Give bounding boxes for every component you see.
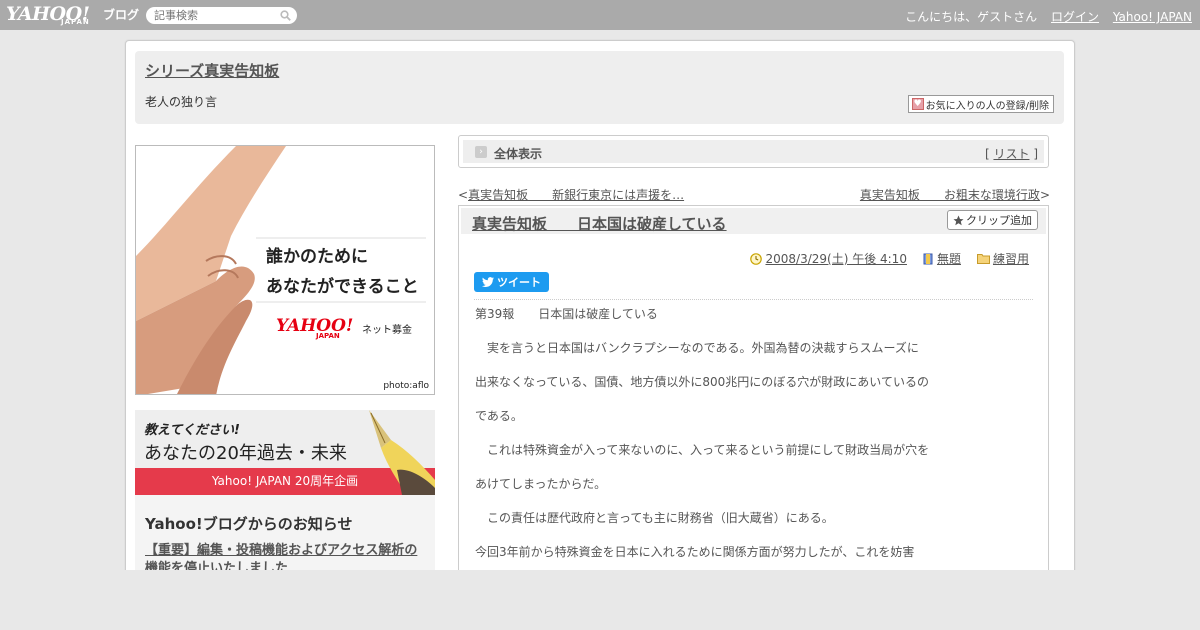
banner2-main: あなたの20年過去・未来 bbox=[144, 443, 347, 464]
view-mode-bar: › 全体表示 [ リスト ] bbox=[458, 135, 1049, 168]
search-icon[interactable] bbox=[280, 10, 291, 21]
article-date-link[interactable]: 2008/3/29(土) 午後 4:10 bbox=[765, 250, 906, 267]
favorite-register-button[interactable]: ♥ お気に入りの人の登録/削除 bbox=[907, 95, 1054, 113]
clock-icon bbox=[750, 252, 763, 265]
list-view-link[interactable]: リスト bbox=[993, 147, 1029, 161]
article-title-bar: 真実告知板 日本国は破産している クリップ追加 bbox=[461, 208, 1046, 234]
list-bracket-open: [ bbox=[984, 147, 990, 161]
article: 真実告知板 日本国は破産している クリップ追加 2008/3/29(土) 午後 … bbox=[458, 205, 1049, 580]
tweet-label: ツイート bbox=[497, 276, 541, 289]
notice-heading: Yahoo!ブログからのお知らせ bbox=[145, 515, 353, 533]
next-article-link[interactable]: 真実告知板 お粗末な環境行政 bbox=[860, 188, 1040, 202]
star-icon bbox=[953, 215, 964, 225]
chevron-right-icon: › bbox=[475, 146, 487, 158]
anniversary-banner[interactable]: 教えてください! あなたの20年過去・未来 Yahoo! JAPAN 20周年企… bbox=[135, 410, 435, 495]
view-all-label: 全体表示 bbox=[494, 147, 543, 161]
handshake-illustration bbox=[136, 146, 426, 394]
next-arrow: > bbox=[1039, 188, 1050, 202]
greeting-text: こんにちは、ゲストさん bbox=[905, 10, 1038, 24]
prev-article: <真実告知板 新銀行東京には声援を… bbox=[458, 186, 684, 203]
twitter-bird-icon bbox=[482, 277, 494, 287]
banner1-line1: 誰かのために bbox=[266, 247, 368, 267]
view-mode-inner: › 全体表示 [ リスト ] bbox=[463, 140, 1044, 163]
article-paragraph: この責任は歴代政府と言っても主に財務省（旧大蔵省）にある。 bbox=[475, 511, 834, 525]
fountain-pen-icon bbox=[369, 410, 435, 495]
blog-title[interactable]: シリーズ真実告知板 bbox=[145, 60, 279, 81]
article-theme: 無題 bbox=[923, 250, 961, 267]
article-theme-link[interactable]: 無題 bbox=[937, 250, 961, 267]
article-category-link[interactable]: 練習用 bbox=[993, 250, 1029, 267]
prev-article-link[interactable]: 真実告知板 新銀行東京には声援を… bbox=[468, 188, 684, 202]
yahoo-japan-link[interactable]: Yahoo! JAPAN bbox=[1113, 10, 1192, 24]
banner1-service: ネット募金 bbox=[362, 325, 412, 336]
blog-subtitle: 老人の独り言 bbox=[145, 95, 218, 109]
article-title[interactable]: 真実告知板 日本国は破産している bbox=[472, 213, 727, 234]
article-paragraph: 出来なくなっている、国債、地方債以外に800兆円にのぼる穴が財政にあいているの bbox=[475, 375, 929, 389]
user-nav: こんにちは、ゲストさん ログイン Yahoo! JAPAN bbox=[895, 8, 1192, 25]
article-paragraph: あけてしまったからだ。 bbox=[475, 477, 607, 491]
logo-blog: ブログ bbox=[103, 8, 140, 22]
article-meta: 2008/3/29(土) 午後 4:10 無題 練習用 bbox=[750, 250, 1029, 267]
article-paragraph: である。 bbox=[475, 409, 523, 423]
search-box bbox=[146, 7, 297, 24]
banner1-logo-main: YAHOO! bbox=[276, 316, 354, 336]
article-category: 練習用 bbox=[976, 250, 1029, 267]
list-toggle: [ リスト ] bbox=[985, 145, 1038, 162]
banner2-question: 教えてください! bbox=[144, 423, 240, 438]
clip-add-button[interactable]: クリップ追加 bbox=[947, 210, 1038, 230]
blog-header: シリーズ真実告知板 老人の独り言 ♥ お気に入りの人の登録/削除 bbox=[135, 51, 1064, 124]
donation-banner[interactable]: 誰かのために あなたができること YAHOO! JAPAN ネット募金 phot… bbox=[135, 145, 435, 395]
article-paragraph: 第39報 日本国は破産している bbox=[475, 307, 658, 321]
book-icon bbox=[923, 253, 933, 264]
favorite-button-label: お気に入りの人の登録/削除 bbox=[925, 100, 1049, 112]
login-link[interactable]: ログイン bbox=[1051, 10, 1099, 24]
article-paragraph: これは特殊資金が入って来ないのに、入って来るという前提にして財政当局が穴を bbox=[475, 443, 930, 457]
article-body: 第39報 日本国は破産している 実を言うと日本国はバンクラプシーなのである。外国… bbox=[475, 307, 1035, 579]
article-divider bbox=[474, 299, 1033, 300]
top-bar: YAHOO! JAPAN ブログ こんにちは、ゲストさん ログイン Yahoo!… bbox=[0, 0, 1200, 30]
folder-icon bbox=[976, 254, 990, 264]
banner1-line2: あなたができること bbox=[266, 277, 419, 297]
blog-notice: Yahoo!ブログからのお知らせ 【重要】編集・投稿機能およびアクセス解析の機能… bbox=[135, 495, 435, 576]
page-bottom bbox=[0, 570, 1200, 630]
list-bracket-close: ] bbox=[1033, 147, 1038, 161]
article-paragraph: 実を言うと日本国はバンクラプシーなのである。外国為替の決裁すらスムーズに bbox=[475, 341, 919, 355]
clip-add-label: クリップ追加 bbox=[966, 214, 1032, 227]
heart-icon: ♥ bbox=[911, 98, 924, 110]
banner1-credit: photo:aflo bbox=[383, 381, 429, 391]
next-article: 真実告知板 お粗末な環境行政> bbox=[860, 186, 1050, 203]
article-pager: <真実告知板 新銀行東京には声援を… 真実告知板 お粗末な環境行政> bbox=[458, 186, 1050, 203]
banner1-logo: YAHOO! JAPAN bbox=[276, 316, 353, 340]
tweet-button[interactable]: ツイート bbox=[474, 272, 549, 292]
logo-japan: JAPAN bbox=[61, 18, 90, 26]
article-date: 2008/3/29(土) 午後 4:10 bbox=[750, 250, 907, 267]
search-input[interactable] bbox=[154, 8, 274, 22]
prev-arrow: < bbox=[458, 188, 469, 202]
